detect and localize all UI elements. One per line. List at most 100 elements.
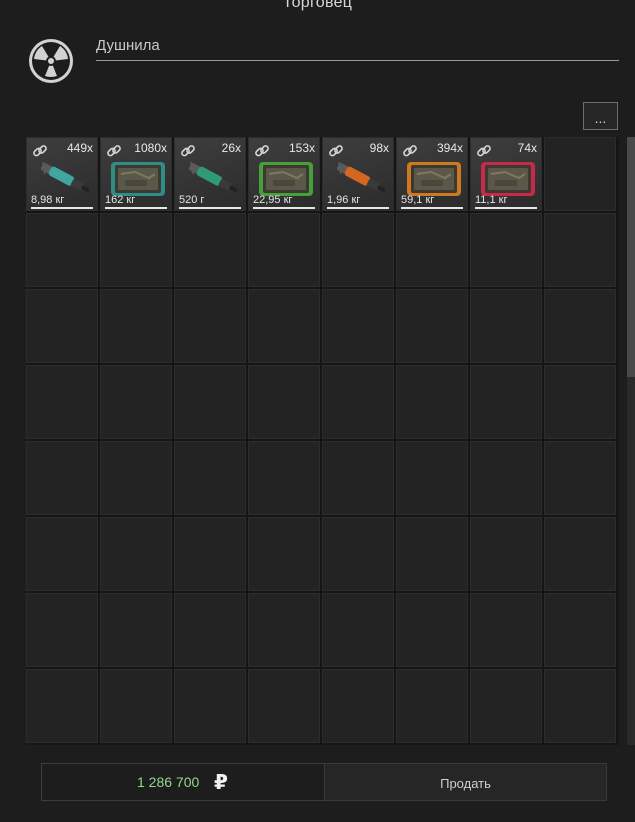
grid-cell[interactable] (26, 289, 98, 363)
grid-cell[interactable] (100, 441, 172, 515)
grid-cell[interactable] (174, 365, 246, 439)
grid-cell[interactable] (470, 365, 542, 439)
grid-cell[interactable] (26, 441, 98, 515)
grid-cell[interactable] (396, 213, 468, 287)
grid-cell[interactable] (470, 289, 542, 363)
more-options-button[interactable]: ... (583, 102, 618, 130)
grid-cell[interactable] (322, 365, 394, 439)
grid-cell[interactable] (396, 593, 468, 667)
grid-cell[interactable]: 98x 1,96 кг (322, 137, 394, 211)
grid-cell[interactable] (174, 441, 246, 515)
grid-cell[interactable]: 74x 11,1 кг (470, 137, 542, 211)
grid-cell[interactable] (322, 213, 394, 287)
item-weight: 59,1 кг (401, 194, 435, 206)
grid-cell[interactable] (396, 669, 468, 743)
syringe-icon (188, 161, 238, 193)
inventory-item[interactable]: 98x 1,96 кг (323, 138, 393, 210)
item-underline (31, 207, 93, 209)
item-weight: 162 кг (105, 194, 136, 206)
grid-cell[interactable] (248, 517, 320, 591)
grid-cell[interactable] (544, 365, 616, 439)
inventory-item[interactable]: 74x 11,1 кг (471, 138, 541, 210)
grid-cell[interactable] (174, 669, 246, 743)
grid-cell[interactable] (174, 517, 246, 591)
syringe-icon (336, 161, 386, 193)
grid-cell[interactable] (174, 213, 246, 287)
grid-cell[interactable] (322, 669, 394, 743)
item-count: 98x (369, 141, 389, 155)
grid-cell[interactable]: 153x 22,95 кг (248, 137, 320, 211)
grid-cell[interactable] (322, 441, 394, 515)
grid-cell[interactable] (100, 365, 172, 439)
grid-cell[interactable] (248, 289, 320, 363)
grid-cell[interactable] (544, 289, 616, 363)
item-weight: 8,98 кг (31, 194, 65, 206)
grid-cell[interactable] (100, 593, 172, 667)
inventory-item[interactable]: 394x 59,1 кг (397, 138, 467, 210)
inventory-item[interactable]: 1080x 162 кг (101, 138, 171, 210)
grid-cell[interactable] (396, 365, 468, 439)
grid-cell[interactable] (100, 517, 172, 591)
grid-cell[interactable] (470, 669, 542, 743)
item-underline (327, 207, 389, 209)
item-count: 26x (221, 141, 241, 155)
grid-cell[interactable] (470, 593, 542, 667)
grid-cell[interactable] (100, 289, 172, 363)
grid-cell[interactable] (248, 593, 320, 667)
trader-name: Душнила (96, 36, 619, 61)
grid-cell[interactable] (470, 517, 542, 591)
item-underline (105, 207, 167, 209)
link-icon (181, 145, 195, 157)
grid-cell[interactable] (26, 593, 98, 667)
grid-cell[interactable] (248, 441, 320, 515)
link-icon (329, 145, 343, 157)
grid-cell[interactable] (26, 365, 98, 439)
grid-cell[interactable] (322, 289, 394, 363)
window-title: Торговец (282, 0, 353, 11)
grid-cell[interactable] (396, 441, 468, 515)
grid-cell[interactable] (544, 669, 616, 743)
link-icon (255, 145, 269, 157)
grid-cell[interactable] (470, 441, 542, 515)
inventory-item[interactable]: 449x 8,98 кг (27, 138, 97, 210)
grid-cell[interactable] (544, 441, 616, 515)
grid-cell[interactable] (100, 669, 172, 743)
grid-cell[interactable] (470, 213, 542, 287)
grid-cell[interactable] (248, 365, 320, 439)
scrollbar-thumb[interactable] (627, 137, 635, 377)
grid-cell[interactable]: 449x 8,98 кг (26, 137, 98, 211)
total-price: 1 286 700 (137, 774, 200, 790)
vertical-scrollbar[interactable] (627, 137, 635, 745)
trade-grid-panel: 449x 8,98 кг 1080x 162 кг 26x 520 г 153x 22,95 … (26, 137, 619, 745)
inventory-item[interactable]: 153x 22,95 кг (249, 138, 319, 210)
radiation-icon (29, 39, 73, 83)
link-icon (403, 145, 417, 157)
grid-cell[interactable] (100, 213, 172, 287)
grid-cell[interactable] (26, 517, 98, 591)
grid-cell[interactable] (322, 517, 394, 591)
grid-cell[interactable]: 26x 520 г (174, 137, 246, 211)
grid-cell[interactable] (174, 289, 246, 363)
grid-cell[interactable] (544, 137, 616, 211)
sell-button[interactable]: Продать (324, 763, 607, 801)
grid-cell[interactable]: 1080x 162 кг (100, 137, 172, 211)
grid-cell[interactable] (26, 669, 98, 743)
item-count: 153x (288, 141, 315, 155)
grid-cell[interactable] (174, 593, 246, 667)
grid-cell[interactable] (396, 289, 468, 363)
inventory-item[interactable]: 26x 520 г (175, 138, 245, 210)
grid-cell[interactable] (544, 517, 616, 591)
item-underline (401, 207, 463, 209)
grid-cell[interactable] (396, 517, 468, 591)
grid-cell[interactable] (26, 213, 98, 287)
grid-cell[interactable] (248, 213, 320, 287)
grid-cell[interactable]: 394x 59,1 кг (396, 137, 468, 211)
grid-cell[interactable] (544, 213, 616, 287)
grid-cell[interactable] (322, 593, 394, 667)
grid-cell[interactable] (248, 669, 320, 743)
link-icon (33, 145, 47, 157)
device-icon (407, 162, 461, 196)
device-icon (259, 162, 313, 196)
link-icon (107, 145, 121, 157)
grid-cell[interactable] (544, 593, 616, 667)
